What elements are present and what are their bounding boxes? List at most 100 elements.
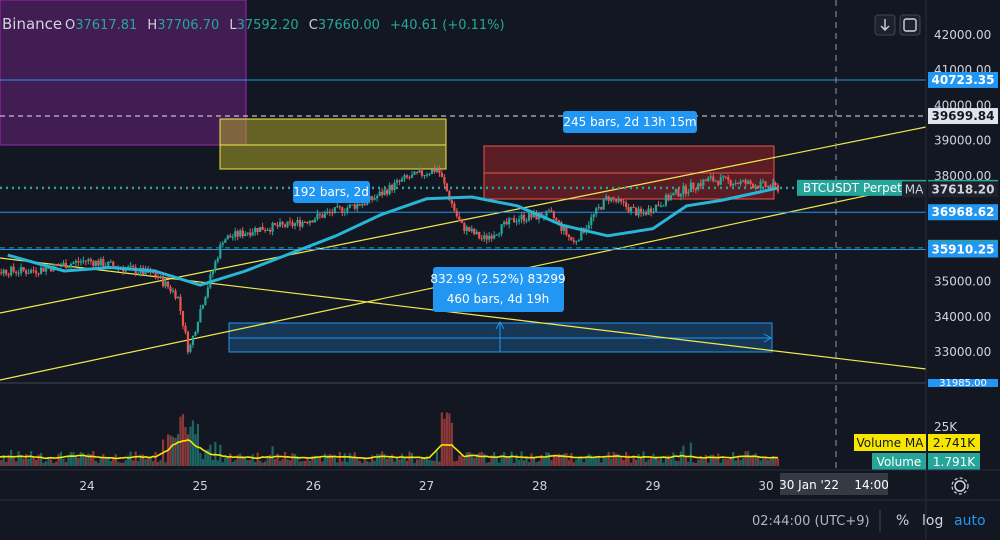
volume-bar bbox=[266, 457, 269, 466]
volume-bar bbox=[323, 453, 326, 466]
chart-canvas[interactable]: 192 bars, 2d 245 bars, 2d 13h 15m 832.99… bbox=[0, 0, 1000, 540]
candle-body bbox=[256, 227, 259, 232]
candle-body bbox=[420, 170, 424, 176]
volume-bar bbox=[144, 458, 147, 466]
volume-bar bbox=[612, 451, 615, 466]
svg-text:460 bars, 4d 19h: 460 bars, 4d 19h bbox=[447, 292, 549, 306]
candle-body bbox=[555, 218, 558, 221]
candle-body bbox=[627, 207, 630, 212]
volume-bar bbox=[644, 461, 648, 466]
volume-bar bbox=[276, 453, 279, 466]
candle-body bbox=[22, 267, 25, 271]
volume-bar bbox=[209, 444, 212, 466]
candle-body bbox=[478, 231, 481, 239]
volume-bar bbox=[186, 434, 190, 466]
candle-body bbox=[34, 270, 38, 274]
volume-bar bbox=[455, 460, 458, 466]
candle-body bbox=[418, 170, 421, 173]
candle-body bbox=[388, 184, 391, 195]
candle-body bbox=[709, 176, 712, 178]
volume-bar bbox=[433, 460, 436, 466]
volume-bar bbox=[109, 461, 112, 466]
volume-bar bbox=[689, 442, 692, 466]
candle-body bbox=[727, 177, 730, 180]
volume-bar bbox=[572, 462, 575, 466]
volume-bar bbox=[174, 437, 177, 466]
fullscreen-button[interactable] bbox=[899, 14, 921, 36]
time-tick-2: 26 bbox=[306, 479, 321, 493]
volume-bar bbox=[722, 458, 725, 466]
volume-bar bbox=[672, 452, 675, 466]
volume-bar bbox=[57, 453, 60, 466]
log-scale-button[interactable]: log bbox=[922, 513, 943, 529]
candle-body bbox=[712, 176, 715, 182]
candle-body bbox=[27, 273, 30, 275]
download-button[interactable] bbox=[874, 14, 896, 36]
candle-body bbox=[179, 296, 182, 311]
candle-body bbox=[84, 260, 87, 262]
volume-bar bbox=[204, 451, 207, 466]
candle-body bbox=[602, 198, 605, 210]
volume-ma-badge: Volume MA 2.741K bbox=[854, 434, 980, 451]
candle-body bbox=[214, 261, 217, 271]
price-badge-label-0: 40723.35 bbox=[931, 73, 994, 87]
candle-body bbox=[219, 244, 222, 259]
candle-body bbox=[590, 217, 593, 226]
candle-body bbox=[338, 206, 341, 208]
volume-bar bbox=[652, 453, 655, 466]
candle-body bbox=[567, 234, 570, 237]
candle-body bbox=[455, 210, 458, 217]
candle-body bbox=[318, 213, 321, 215]
volume-bar bbox=[156, 461, 160, 466]
volume-bar bbox=[261, 462, 264, 466]
candle-body bbox=[433, 169, 436, 172]
candle-body bbox=[490, 235, 493, 239]
candle-body bbox=[74, 261, 78, 263]
candle-body bbox=[674, 189, 678, 193]
volume-bar bbox=[657, 459, 660, 466]
candle-body bbox=[271, 222, 274, 232]
candle-body bbox=[239, 230, 242, 237]
volume-bar bbox=[520, 451, 523, 466]
candle-body bbox=[714, 180, 717, 182]
candle-body bbox=[174, 290, 177, 299]
candle-body bbox=[303, 221, 307, 223]
volume-bar bbox=[712, 454, 715, 466]
candle-body bbox=[281, 222, 284, 225]
volume-bar bbox=[293, 453, 297, 466]
volume-bar bbox=[527, 461, 531, 466]
volume-bar bbox=[92, 451, 95, 466]
volume-bar bbox=[742, 457, 745, 466]
volume-bar bbox=[368, 462, 371, 466]
candle-body bbox=[443, 177, 446, 184]
candle-body bbox=[109, 261, 112, 263]
volume-bar bbox=[194, 434, 197, 466]
candle-body bbox=[751, 184, 755, 189]
percent-scale-button[interactable]: % bbox=[896, 513, 909, 529]
volume-bar bbox=[99, 458, 102, 466]
volume-bar bbox=[692, 462, 695, 466]
volume-bar bbox=[251, 454, 254, 466]
volume-bar bbox=[69, 452, 73, 466]
candle-body bbox=[734, 182, 737, 185]
candle-body bbox=[764, 181, 767, 187]
volume-bar bbox=[239, 453, 242, 466]
price-badge-label-3: 37618.20 bbox=[931, 182, 994, 196]
candle-body bbox=[82, 260, 85, 262]
candle-body bbox=[293, 223, 297, 227]
candle-body bbox=[493, 235, 496, 239]
volume-bar bbox=[79, 452, 82, 466]
volume-bar bbox=[443, 418, 446, 466]
volume-bar bbox=[44, 461, 48, 466]
auto-scale-button[interactable]: auto bbox=[954, 513, 986, 529]
candle-body bbox=[301, 221, 304, 227]
volume-bar bbox=[381, 451, 384, 466]
candle-body bbox=[747, 180, 750, 184]
candle-body bbox=[393, 182, 396, 191]
volume-bar bbox=[147, 458, 150, 466]
candle-body bbox=[739, 181, 742, 184]
candle-body bbox=[276, 224, 279, 227]
volume-bar bbox=[283, 451, 287, 466]
candle-body bbox=[59, 265, 63, 267]
volume-bar bbox=[465, 452, 468, 466]
